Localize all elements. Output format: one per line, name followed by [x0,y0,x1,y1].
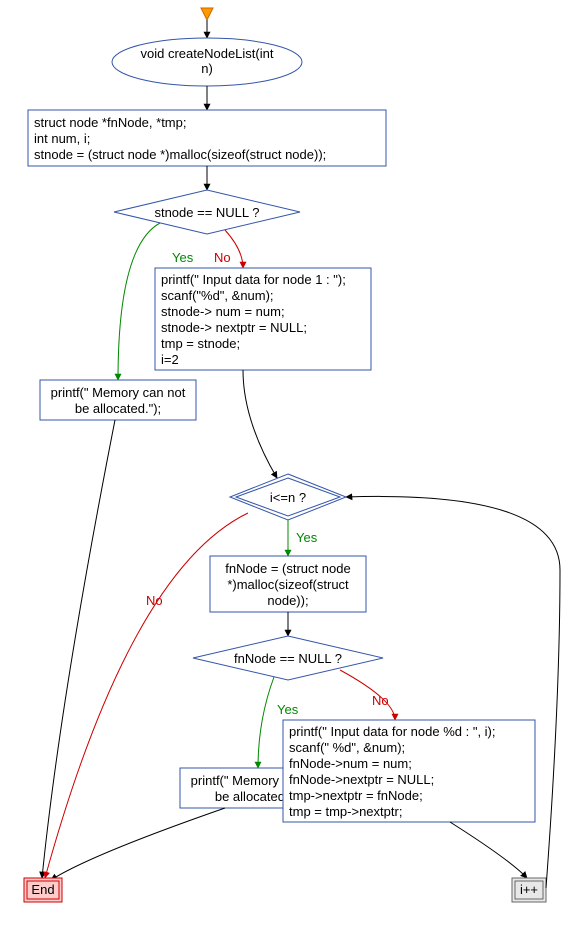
function-node: void createNodeList(int n) [112,38,302,86]
decision-fnnode-null: fnNode == NULL ? [193,636,383,680]
edge [51,808,225,880]
cond2-no-label: No [146,593,163,608]
init-line3: stnode-> num = num; [161,304,285,319]
init-line6: i=2 [161,352,179,367]
decl-line2: int num, i; [34,131,90,146]
error1-node: printf(" Memory can not be allocated."); [40,380,196,420]
edge [42,420,115,878]
declarations-node: struct node *fnNode, *tmp; int num, i; s… [28,110,386,166]
end-text: End [31,882,54,897]
body-line5: tmp->nextptr = fnNode; [289,788,423,803]
decl-line3: stnode = (struct node *)malloc(sizeof(st… [34,147,326,162]
cond1-no-label: No [214,250,231,265]
err1-line1: printf(" Memory can not [51,385,186,400]
cond2-text: i<=n ? [270,490,306,505]
body-line1: printf(" Input data for node %d : ", i); [289,724,496,739]
increment-node: i++ [512,878,546,902]
alloc-node: fnNode = (struct node *)malloc(sizeof(st… [210,556,366,612]
decl-line1: struct node *fnNode, *tmp; [34,115,186,130]
init-line2: scanf("%d", &num); [161,288,274,303]
loop-body-node: printf(" Input data for node %d : ", i);… [283,720,535,822]
edge [243,370,277,478]
cond3-text: fnNode == NULL ? [234,651,342,666]
inc-text: i++ [520,882,538,897]
body-line4: fnNode->nextptr = NULL; [289,772,434,787]
cond1-text: stnode == NULL ? [154,205,259,220]
err1-line2: be allocated."); [75,401,161,416]
edge-yes [258,677,274,768]
cond3-no-label: No [372,693,389,708]
alloc-line1: fnNode = (struct node [225,561,350,576]
start-marker [201,8,213,20]
alloc-line3: node)); [267,593,308,608]
body-line3: fnNode->num = num; [289,756,412,771]
func-line2: n) [201,61,213,76]
init-node: printf(" Input data for node 1 : "); sca… [155,268,371,370]
func-line1: void createNodeList(int [141,46,274,61]
edge [450,822,527,878]
edge-yes [118,223,160,380]
init-line1: printf(" Input data for node 1 : "); [161,272,346,287]
body-line6: tmp = tmp->nextptr; [289,804,402,819]
init-line4: stnode-> nextptr = NULL; [161,320,307,335]
init-line5: tmp = stnode; [161,336,240,351]
cond2-yes-label: Yes [296,530,318,545]
body-line2: scanf(" %d", &num); [289,740,405,755]
cond3-yes-label: Yes [277,702,299,717]
decision-stnode-null: stnode == NULL ? [114,190,300,234]
end-node: End [24,878,62,902]
alloc-line2: *)malloc(sizeof(struct [227,577,349,592]
cond1-yes-label: Yes [172,250,194,265]
